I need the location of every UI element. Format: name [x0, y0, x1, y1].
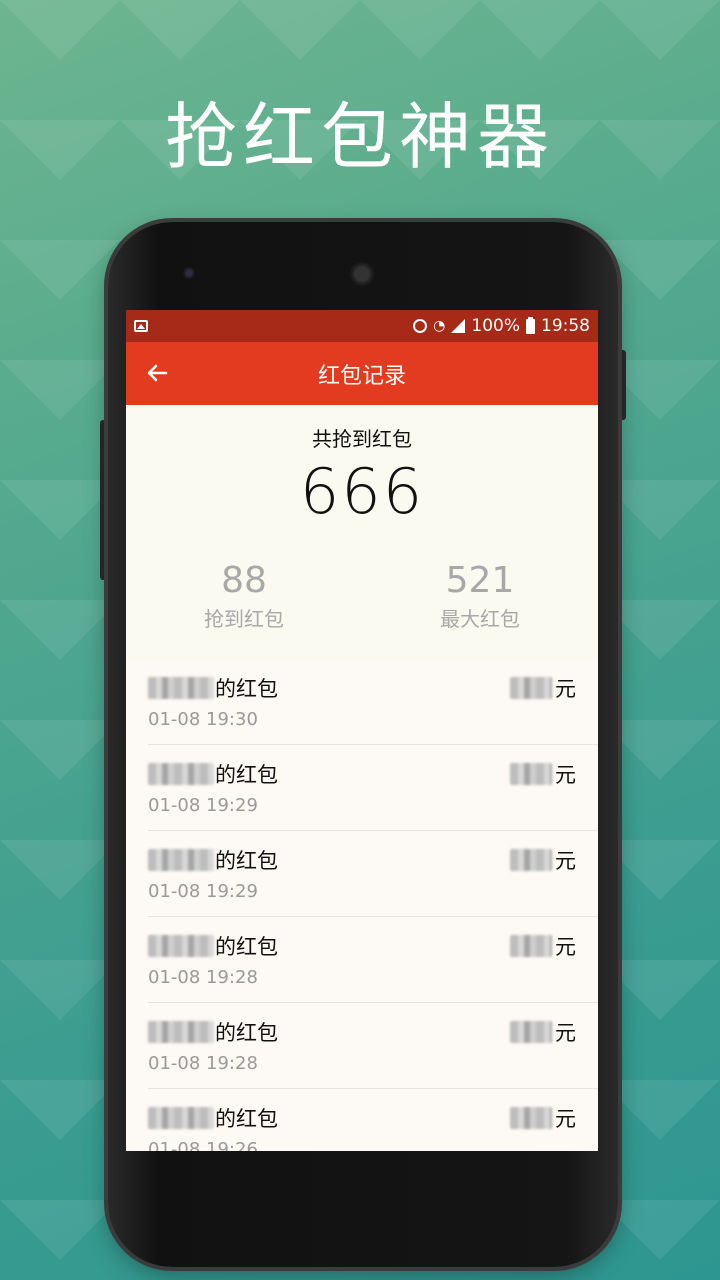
record-time: 01-08 19:28	[148, 1053, 258, 1074]
stat-max-label: 最大红包	[440, 607, 520, 631]
record-row[interactable]: 的红包 01-08 19:28 元	[148, 1003, 598, 1089]
record-list: 的红包 01-08 19:30 元 的红包 01-08 19:29 元 的红包 …	[126, 659, 598, 1151]
amount-unit: 元	[555, 763, 576, 787]
alarm-icon	[413, 319, 428, 333]
battery-percent: 100%	[471, 316, 520, 336]
record-amount: 元	[510, 1103, 576, 1133]
blurred-amount	[510, 935, 552, 957]
record-title: 的红包	[148, 759, 278, 789]
app-bar: 红包记录	[126, 342, 598, 405]
amount-unit: 元	[555, 849, 576, 873]
blurred-sender	[148, 849, 214, 871]
phone-earpiece	[350, 262, 374, 286]
status-bar: ◔ 100% 19:58	[126, 310, 598, 342]
blurred-sender	[148, 1107, 214, 1129]
record-title: 的红包	[148, 673, 278, 703]
image-notification-icon	[134, 320, 148, 332]
blurred-sender	[148, 935, 214, 957]
record-time: 01-08 19:26	[148, 1139, 258, 1151]
wifi-icon: ◔	[433, 318, 446, 334]
record-row[interactable]: 的红包 01-08 19:28 元	[148, 917, 598, 1003]
front-camera	[183, 267, 195, 279]
record-title-text: 的红包	[215, 935, 278, 959]
record-title-text: 的红包	[215, 1021, 278, 1045]
record-title: 的红包	[148, 931, 278, 961]
record-row[interactable]: 的红包 01-08 19:26 元	[148, 1089, 598, 1151]
total-value: 666	[299, 455, 425, 528]
record-time: 01-08 19:28	[148, 967, 258, 988]
battery-icon	[526, 316, 535, 334]
blurred-sender	[148, 677, 214, 699]
record-amount: 元	[510, 931, 576, 961]
blurred-sender	[148, 1021, 214, 1043]
summary-panel: 共抢到红包 666 88 抢到红包 521 最大红包	[126, 405, 598, 659]
phone-screen: ◔ 100% 19:58 红包记录 共抢到红包 666 88 抢到红包 521 …	[126, 310, 598, 1151]
record-title: 的红包	[148, 1103, 278, 1133]
status-time: 19:58	[541, 316, 590, 336]
record-row[interactable]: 的红包 01-08 19:30 元	[148, 659, 598, 745]
record-amount: 元	[510, 673, 576, 703]
record-amount: 元	[510, 759, 576, 789]
record-time: 01-08 19:29	[148, 881, 258, 902]
record-title: 的红包	[148, 845, 278, 875]
record-row[interactable]: 的红包 01-08 19:29 元	[148, 745, 598, 831]
page-title: 红包记录	[317, 363, 406, 389]
record-time: 01-08 19:30	[148, 709, 258, 730]
blurred-amount	[510, 849, 552, 871]
phone-volume-button	[100, 420, 108, 580]
record-title-text: 的红包	[215, 677, 278, 701]
amount-unit: 元	[555, 1107, 576, 1131]
record-title: 的红包	[148, 1017, 278, 1047]
record-row[interactable]: 的红包 01-08 19:29 元	[148, 831, 598, 917]
record-amount: 元	[510, 845, 576, 875]
stat-max: 521 最大红包	[362, 561, 598, 632]
blurred-amount	[510, 677, 552, 699]
phone-power-button	[618, 350, 626, 420]
blurred-amount	[510, 1021, 552, 1043]
record-amount: 元	[510, 1017, 576, 1047]
stat-grabbed-value: 88	[221, 560, 267, 601]
record-title-text: 的红包	[215, 849, 278, 873]
signal-icon	[451, 319, 466, 333]
record-time: 01-08 19:29	[148, 795, 258, 816]
amount-unit: 元	[555, 1021, 576, 1045]
blurred-sender	[148, 763, 214, 785]
promo-headline: 抢红包神器	[164, 95, 555, 179]
amount-unit: 元	[555, 935, 576, 959]
stat-grabbed: 88 抢到红包	[126, 561, 362, 632]
amount-unit: 元	[555, 677, 576, 701]
stat-max-value: 521	[445, 560, 515, 601]
blurred-amount	[510, 763, 552, 785]
total-label: 共抢到红包	[312, 427, 412, 451]
blurred-amount	[510, 1107, 552, 1129]
back-arrow-icon[interactable]	[144, 360, 170, 386]
stat-grabbed-label: 抢到红包	[204, 607, 284, 631]
record-title-text: 的红包	[215, 763, 278, 787]
record-title-text: 的红包	[215, 1107, 278, 1131]
